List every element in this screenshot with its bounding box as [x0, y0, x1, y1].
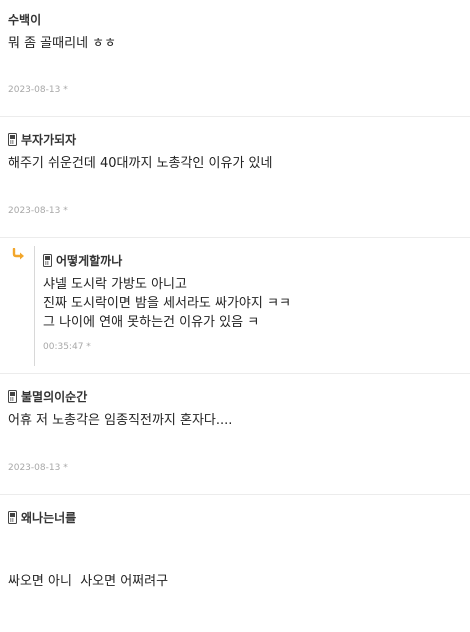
comment-body: 샤넬 도시락 가방도 아니고 진짜 도시락이면 밤을 세서라도 싸가야지 ㅋㅋ …: [43, 275, 291, 332]
comment-body-line: 어휴 저 노총각은 임종직전까지 혼자다....: [8, 413, 233, 428]
comment-date-text: 2023-08-13: [8, 85, 61, 95]
comment-item: 수백이 뭐 좀 골때리네 ㅎㅎ 2023-08-13 *: [0, 0, 470, 117]
comment-body-line: 해주기 쉬운건데 40대까지 노총각인 이유가 있네: [8, 156, 273, 171]
comment-author[interactable]: 수백이: [8, 11, 41, 28]
comment-date-suffix: *: [86, 342, 91, 352]
mobile-phone-icon: [43, 253, 52, 267]
comment-body: 해주기 쉬운건데 40대까지 노총각인 이유가 있네: [8, 154, 272, 174]
comment-item: 부자가되자 해주기 쉬운건데 40대까지 노총각인 이유가 있네 2023-08…: [0, 117, 470, 238]
reply-indent-bar: [34, 246, 35, 366]
comment-author-row: 불멸의이순간: [8, 388, 87, 404]
mobile-phone-icon: [8, 132, 17, 146]
comment-date-text: 2023-08-13: [8, 463, 61, 473]
comment-body: 뭐 좀 골때리네 ㅎㅎ: [8, 34, 116, 54]
mobile-phone-icon: [8, 510, 17, 524]
comment-date-suffix: *: [63, 463, 68, 473]
comment-body-line: 샤넬 도시락 가방도 아니고: [43, 277, 187, 292]
comment-item: 불멸의이순간 어휴 저 노총각은 임종직전까지 혼자다.... 2023-08-…: [0, 374, 470, 495]
comment-date: 2023-08-13 *: [8, 463, 68, 473]
comment-author[interactable]: 어떻게할까나: [56, 252, 122, 269]
comment-body: 어휴 저 노총각은 임종직전까지 혼자다....: [8, 411, 232, 431]
comment-author-row: 왜나는너를: [8, 509, 76, 525]
comment-item: 왜나는너를 싸오면 아니 사오면 어쩌려구: [0, 495, 470, 589]
comment-date-suffix: *: [63, 206, 68, 216]
comment-body-line: 그 나이에 연애 못하는건 이유가 있음 ㅋ: [43, 315, 260, 330]
comment-date: 2023-08-13 *: [8, 85, 68, 95]
comment-author-row: 어떻게할까나: [43, 252, 122, 268]
comment-author-row: 부자가되자: [8, 131, 76, 147]
comment-body: 싸오면 아니 사오면 어쩌려구: [8, 532, 168, 632]
comment-date: 2023-08-13 *: [8, 206, 68, 216]
mobile-phone-icon: [8, 389, 17, 403]
comment-author[interactable]: 부자가되자: [21, 131, 76, 148]
comment-date: 00:35:47 *: [43, 342, 91, 352]
comment-body-line: 뭐 좀 골때리네 ㅎㅎ: [8, 36, 117, 51]
comment-date-text: 00:35:47: [43, 342, 84, 352]
comment-author[interactable]: 왜나는너를: [21, 509, 76, 526]
comment-author[interactable]: 불멸의이순간: [21, 388, 87, 405]
comment-body-line: 싸오면 아니 사오면 어쩌려구: [8, 574, 169, 589]
comment-author-row: 수백이: [8, 11, 41, 27]
comment-date-text: 2023-08-13: [8, 206, 61, 216]
reply-comment-item: 어떻게할까나 샤넬 도시락 가방도 아니고 진짜 도시락이면 밤을 세서라도 싸…: [0, 238, 470, 374]
comment-date-suffix: *: [63, 85, 68, 95]
comment-body-line: 진짜 도시락이면 밤을 세서라도 싸가야지 ㅋㅋ: [43, 296, 291, 311]
reply-arrow-icon: [12, 248, 24, 260]
